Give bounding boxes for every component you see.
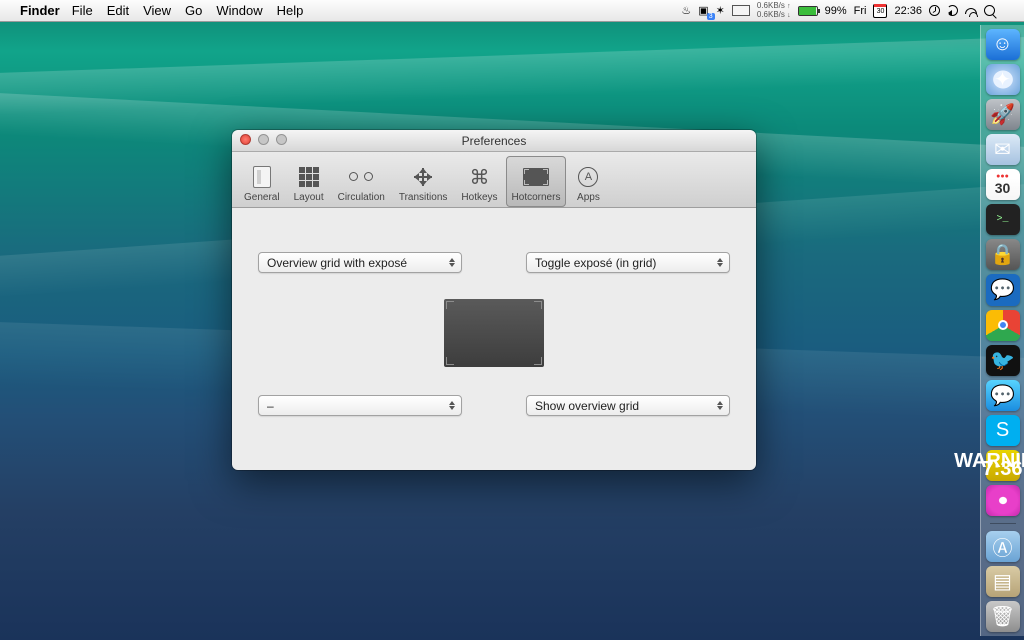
menu-view[interactable]: View: [143, 3, 171, 18]
hotcorner-top-left-select[interactable]: Overview grid with exposé: [258, 252, 462, 273]
dock-appstore[interactable]: Ⓐ: [986, 531, 1020, 562]
dock-1password[interactable]: 🔒: [986, 239, 1020, 270]
window-zoom-button[interactable]: [276, 134, 287, 145]
hotcorner-bottom-left-select[interactable]: –: [258, 395, 462, 416]
dock-mail[interactable]: ✉: [986, 134, 1020, 165]
dock-trash[interactable]: 🗑: [986, 601, 1020, 632]
hotcorner-top-right-select[interactable]: Toggle exposé (in grid): [526, 252, 730, 273]
transitions-icon: [412, 166, 434, 188]
spotlight-icon[interactable]: [984, 5, 995, 16]
tab-transitions[interactable]: Transitions: [393, 156, 454, 207]
tab-apps[interactable]: A Apps: [568, 156, 608, 207]
dropbox-icon[interactable]: ▣3: [698, 4, 708, 17]
dock-terminal[interactable]: >_: [986, 204, 1020, 235]
tab-hotkeys[interactable]: ⌘ Hotkeys: [455, 156, 503, 207]
clock-icon[interactable]: [929, 5, 940, 16]
prefs-toolbar: General Layout Circulation Transitions ⌘…: [232, 152, 756, 208]
window-minimize-button[interactable]: [258, 134, 269, 145]
menu-go[interactable]: Go: [185, 3, 202, 18]
chevron-updown-icon: [447, 255, 457, 270]
menubar-calendar-icon[interactable]: 30: [873, 4, 887, 18]
chevron-updown-icon: [715, 255, 725, 270]
layout-icon: [299, 167, 319, 187]
circulation-icon: [349, 170, 373, 184]
prefs-content: Overview grid with exposé Toggle exposé …: [232, 208, 756, 470]
dock-hipchat[interactable]: 💬: [986, 274, 1020, 305]
chevron-updown-icon: [715, 398, 725, 413]
dock-downloads[interactable]: ▤: [986, 566, 1020, 597]
window-titlebar[interactable]: Preferences: [232, 130, 756, 152]
hotcorners-icon: [523, 168, 549, 186]
menu-file[interactable]: File: [72, 3, 93, 18]
menu-help[interactable]: Help: [277, 3, 304, 18]
apps-icon: A: [578, 167, 598, 187]
window-close-button[interactable]: [240, 134, 251, 145]
dock-skype[interactable]: S: [986, 415, 1020, 446]
dock-chrome[interactable]: [986, 310, 1020, 341]
preferences-window: Preferences General Layout Circulation T…: [232, 130, 756, 470]
dock-safari[interactable]: ✦: [986, 64, 1020, 95]
dock-launchpad[interactable]: 🚀: [986, 99, 1020, 130]
menu-edit[interactable]: Edit: [107, 3, 129, 18]
chevron-updown-icon: [447, 398, 457, 413]
wifi-icon[interactable]: [965, 8, 977, 14]
battery-icon[interactable]: [798, 6, 818, 16]
hotkeys-icon: ⌘: [469, 165, 489, 190]
dock-messages[interactable]: 💬: [986, 380, 1020, 411]
dock-calendar[interactable]: ●●● 30: [986, 169, 1020, 200]
display-icon[interactable]: [732, 5, 750, 16]
tab-general[interactable]: General: [238, 156, 286, 207]
time-label[interactable]: 22:36: [894, 5, 922, 17]
app-name[interactable]: Finder: [20, 3, 60, 18]
battery-percent[interactable]: 99%: [825, 5, 847, 17]
network-speed[interactable]: 0.6KB/s ↑ 0.6KB/s ↓: [757, 2, 791, 20]
dock-separator: [990, 523, 1016, 524]
day-label[interactable]: Fri: [854, 5, 867, 17]
tab-circulation[interactable]: Circulation: [332, 156, 391, 207]
notification-center-icon[interactable]: [1002, 6, 1016, 16]
dock-photos[interactable]: [986, 485, 1020, 516]
screen-preview: [444, 299, 544, 367]
tab-layout[interactable]: Layout: [288, 156, 330, 207]
little-snitch-icon[interactable]: ♨: [681, 4, 691, 17]
menu-window[interactable]: Window: [216, 3, 262, 18]
tab-hotcorners[interactable]: Hotcorners: [506, 156, 567, 207]
time-machine-icon[interactable]: [947, 5, 958, 16]
dock-istat[interactable]: WARNING 7:36: [986, 450, 1020, 481]
window-title: Preferences: [462, 134, 527, 148]
dock-twitter[interactable]: 🐦: [986, 345, 1020, 376]
dock-finder[interactable]: ☺: [986, 29, 1020, 60]
general-icon: [253, 166, 271, 188]
hotcorner-bottom-right-select[interactable]: Show overview grid: [526, 395, 730, 416]
menubar: Finder File Edit View Go Window Help ♨ ▣…: [0, 0, 1024, 22]
sync-icon[interactable]: ✶: [716, 4, 725, 17]
dock: ☺ ✦ 🚀 ✉ ●●● 30 >_ 🔒 💬 🐦 💬 S WARNING 7:36…: [980, 25, 1024, 636]
